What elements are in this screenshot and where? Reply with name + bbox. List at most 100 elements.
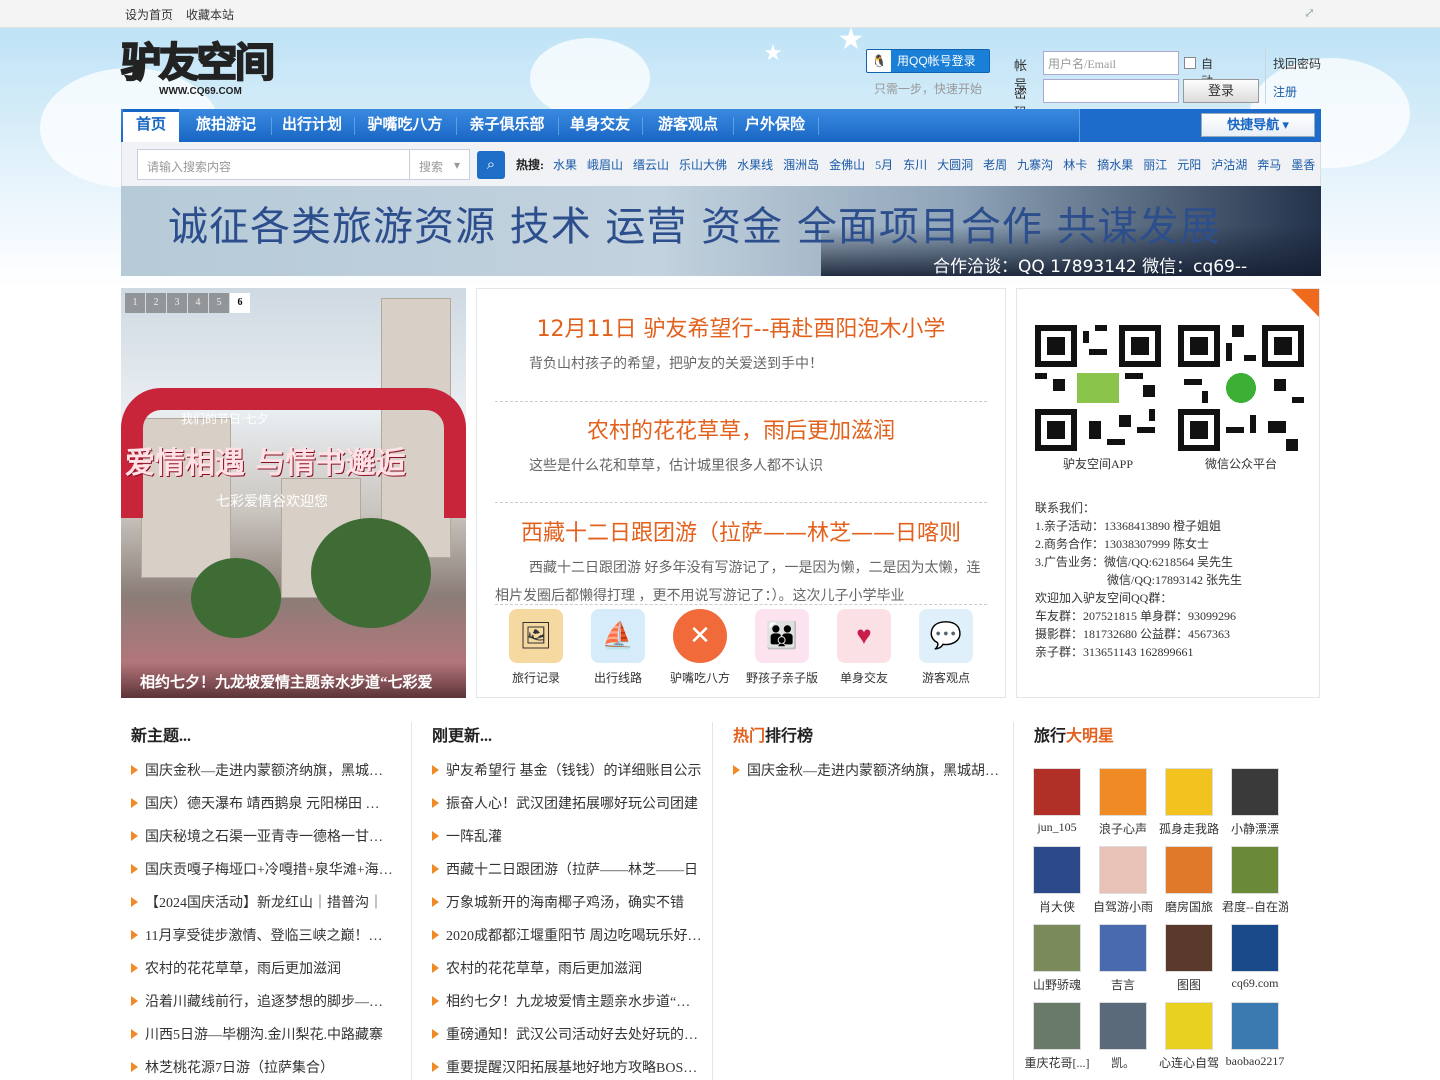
list-item[interactable]: 西藏十二日跟团游（拉萨——林芝——日 xyxy=(432,859,702,892)
hot-search-term[interactable]: 墨香 xyxy=(1291,158,1315,172)
quick-nav-button[interactable]: 快捷导航 ▾ xyxy=(1201,113,1315,137)
travel-star[interactable]: 小静漂漂 xyxy=(1222,768,1288,837)
list-item[interactable]: 【2024国庆活动】新龙红山｜措普沟｜ xyxy=(131,892,393,925)
star-name[interactable]: jun_105 xyxy=(1024,820,1090,835)
avatar[interactable] xyxy=(1033,1002,1081,1050)
search-input[interactable]: 请输入搜索内容 xyxy=(137,149,410,180)
list-item[interactable]: 11月享受徒步激情、登临三峡之巅！巫山 xyxy=(131,925,393,958)
nav-opinions[interactable]: 游客观点 xyxy=(648,109,728,142)
star-name[interactable]: 君度--自在游 xyxy=(1222,898,1288,915)
list-item[interactable]: 沿着川藏线前行，追逐梦想的脚步—甘孜 xyxy=(131,991,393,1024)
slide-page-button[interactable]: 4 xyxy=(188,293,208,313)
list-item[interactable]: 农村的花花草草，雨后更加滋润 xyxy=(432,958,702,991)
list-item[interactable]: 重磅通知！武汉公司活动好去处好玩的地方 xyxy=(432,1024,702,1057)
star-name[interactable]: 山野骄魂 xyxy=(1024,976,1090,993)
bookmark-link[interactable]: 收藏本站 xyxy=(186,8,234,22)
hot-search-term[interactable]: 九寨沟 xyxy=(1017,158,1053,172)
avatar[interactable] xyxy=(1165,846,1213,894)
travel-star[interactable]: 浪子心声 xyxy=(1090,768,1156,837)
ad-banner[interactable]: 诚征各类旅游资源 技术 运营 资金 全面项目合作 共谋发展 合作洽谈：QQ 17… xyxy=(121,186,1321,276)
avatar[interactable] xyxy=(1099,1002,1147,1050)
avatar[interactable] xyxy=(1099,924,1147,972)
list-item[interactable]: 国庆秘境之石渠一亚青寺一德格一甘孜一 xyxy=(131,826,393,859)
avatar[interactable] xyxy=(1033,768,1081,816)
avatar[interactable] xyxy=(1231,924,1279,972)
featured-title[interactable]: 西藏十二日跟团游（拉萨——林芝——日喀则 xyxy=(495,515,987,547)
list-item[interactable]: 相约七夕！九龙坡爱情主题亲水步道“七彩 xyxy=(432,991,702,1024)
star-name[interactable]: baobao2217 xyxy=(1222,1054,1288,1069)
avatar[interactable] xyxy=(1099,846,1147,894)
featured-article[interactable]: 西藏十二日跟团游（拉萨——林芝——日喀则 西藏十二日跟团游 好多年没有写游记了，… xyxy=(495,515,987,611)
slideshow[interactable]: 我们的节日·七夕 爱情相遇 与情书邂逅 七彩爱情谷欢迎您 123456 相约七夕… xyxy=(121,288,466,698)
nav-travel-photos[interactable]: 旅拍游记 xyxy=(186,109,266,142)
auto-login-checkbox[interactable] xyxy=(1184,57,1196,69)
qq-login-button[interactable]: 🐧 用QQ帐号登录 xyxy=(866,49,990,73)
list-item[interactable]: 国庆）德天瀑布 靖西鹅泉 元阳梯田 普者黑 xyxy=(131,793,393,826)
fullscreen-icon[interactable]: ⤢ xyxy=(1304,6,1318,20)
nav-home[interactable]: 首页 xyxy=(123,109,179,142)
list-item[interactable]: 振奋人心！武汉团建拓展哪好玩公司团建 xyxy=(432,793,702,826)
avatar[interactable] xyxy=(1099,768,1147,816)
list-item[interactable]: 驴友希望行 基金（钱钱）的详细账目公示 xyxy=(432,760,702,793)
avatar[interactable] xyxy=(1231,768,1279,816)
avatar[interactable] xyxy=(1231,846,1279,894)
nav-food[interactable]: 驴嘴吃八方 xyxy=(360,109,450,142)
site-logo[interactable]: 驴友空间 WWW.CQ69.COM xyxy=(120,38,283,102)
hot-search-term[interactable]: 5月 xyxy=(875,158,893,172)
search-button[interactable]: ⌕ xyxy=(477,151,505,179)
star-name[interactable]: 吉言 xyxy=(1090,976,1156,993)
hot-search-term[interactable]: 水果线 xyxy=(737,158,773,172)
channel-food[interactable]: ✕ 驴嘴吃八方 xyxy=(659,609,741,686)
star-name[interactable]: cq69.com xyxy=(1222,976,1288,991)
nav-family-club[interactable]: 亲子俱乐部 xyxy=(462,109,552,142)
hot-search-term[interactable]: 元阳 xyxy=(1177,158,1201,172)
nav-trip-plan[interactable]: 出行计划 xyxy=(276,109,348,142)
star-name[interactable]: 肖大侠 xyxy=(1024,898,1090,915)
list-item[interactable]: 重要提醒汉阳拓展基地好地方攻略BOSS来了 xyxy=(432,1057,702,1080)
hot-search-term[interactable]: 峨眉山 xyxy=(587,158,623,172)
slide-page-button[interactable]: 2 xyxy=(146,293,166,313)
star-name[interactable]: 图图 xyxy=(1156,976,1222,993)
hot-search-term[interactable]: 丽江 xyxy=(1143,158,1167,172)
avatar[interactable] xyxy=(1033,846,1081,894)
travel-star[interactable]: 君度--自在游 xyxy=(1222,846,1288,915)
channel-dating[interactable]: ♥ 单身交友 xyxy=(823,609,905,686)
hot-search-term[interactable]: 东川 xyxy=(903,158,927,172)
set-home-link[interactable]: 设为首页 xyxy=(125,8,173,22)
travel-star[interactable]: baobao2217 xyxy=(1222,1002,1288,1069)
hot-search-term[interactable]: 涠洲岛 xyxy=(783,158,819,172)
star-name[interactable]: 磨房国旅 xyxy=(1156,898,1222,915)
star-name[interactable]: 自驾游小雨 xyxy=(1090,898,1156,915)
hot-search-term[interactable]: 摘水果 xyxy=(1097,158,1133,172)
hot-search-term[interactable]: 泸沽湖 xyxy=(1211,158,1247,172)
travel-star[interactable]: 山野骄魂 xyxy=(1024,924,1090,993)
channel-family[interactable]: 👪 野孩子亲子版 xyxy=(741,609,823,686)
avatar[interactable] xyxy=(1165,768,1213,816)
star-name[interactable]: 浪子心声 xyxy=(1090,820,1156,837)
travel-star[interactable]: 图图 xyxy=(1156,924,1222,993)
hot-search-term[interactable]: 大圆洞 xyxy=(937,158,973,172)
list-item[interactable]: 国庆金秋—走进内蒙额济纳旗，黑城胡杨林 xyxy=(733,760,1001,793)
list-item[interactable]: 川西5日游—毕棚沟.金川梨花.中路藏寨 xyxy=(131,1024,393,1057)
star-name[interactable]: 心连心自驾 xyxy=(1156,1054,1222,1071)
travel-star[interactable]: 吉言 xyxy=(1090,924,1156,993)
slide-page-button[interactable]: 6 xyxy=(230,293,250,313)
hot-search-term[interactable]: 乐山大佛 xyxy=(679,158,727,172)
featured-article[interactable]: 12月11日 驴友希望行--再赴酉阳泡木小学 背负山村孩子的希望，把驴友的关爱送… xyxy=(495,311,987,379)
slide-page-button[interactable]: 5 xyxy=(209,293,229,313)
list-item[interactable]: 农村的花花草草，雨后更加滋润 xyxy=(131,958,393,991)
channel-routes[interactable]: ⛵ 出行线路 xyxy=(577,609,659,686)
slide-caption[interactable]: 相约七夕！九龙坡爱情主题亲水步道“七彩爱 xyxy=(121,662,466,698)
channel-travel-records[interactable]: 🖼 旅行记录 xyxy=(495,609,577,686)
list-item[interactable]: 国庆金秋—走进内蒙额济纳旗，黑城胡杨林 xyxy=(131,760,393,793)
hot-search-term[interactable]: 老周 xyxy=(983,158,1007,172)
avatar[interactable] xyxy=(1165,924,1213,972)
slide-page-button[interactable]: 1 xyxy=(125,293,145,313)
login-button[interactable]: 登录 xyxy=(1183,79,1259,103)
featured-article[interactable]: 农村的花花草草，雨后更加滋润 这些是什么花和草草，估计城里很多人都不认识 xyxy=(495,413,987,481)
travel-star[interactable]: 自驾游小雨 xyxy=(1090,846,1156,915)
list-item[interactable]: 2020成都都江堰重阳节 周边吃喝玩乐好去处 xyxy=(432,925,702,958)
travel-star[interactable]: 肖大侠 xyxy=(1024,846,1090,915)
hot-search-term[interactable]: 林卡 xyxy=(1063,158,1087,172)
avatar[interactable] xyxy=(1231,1002,1279,1050)
